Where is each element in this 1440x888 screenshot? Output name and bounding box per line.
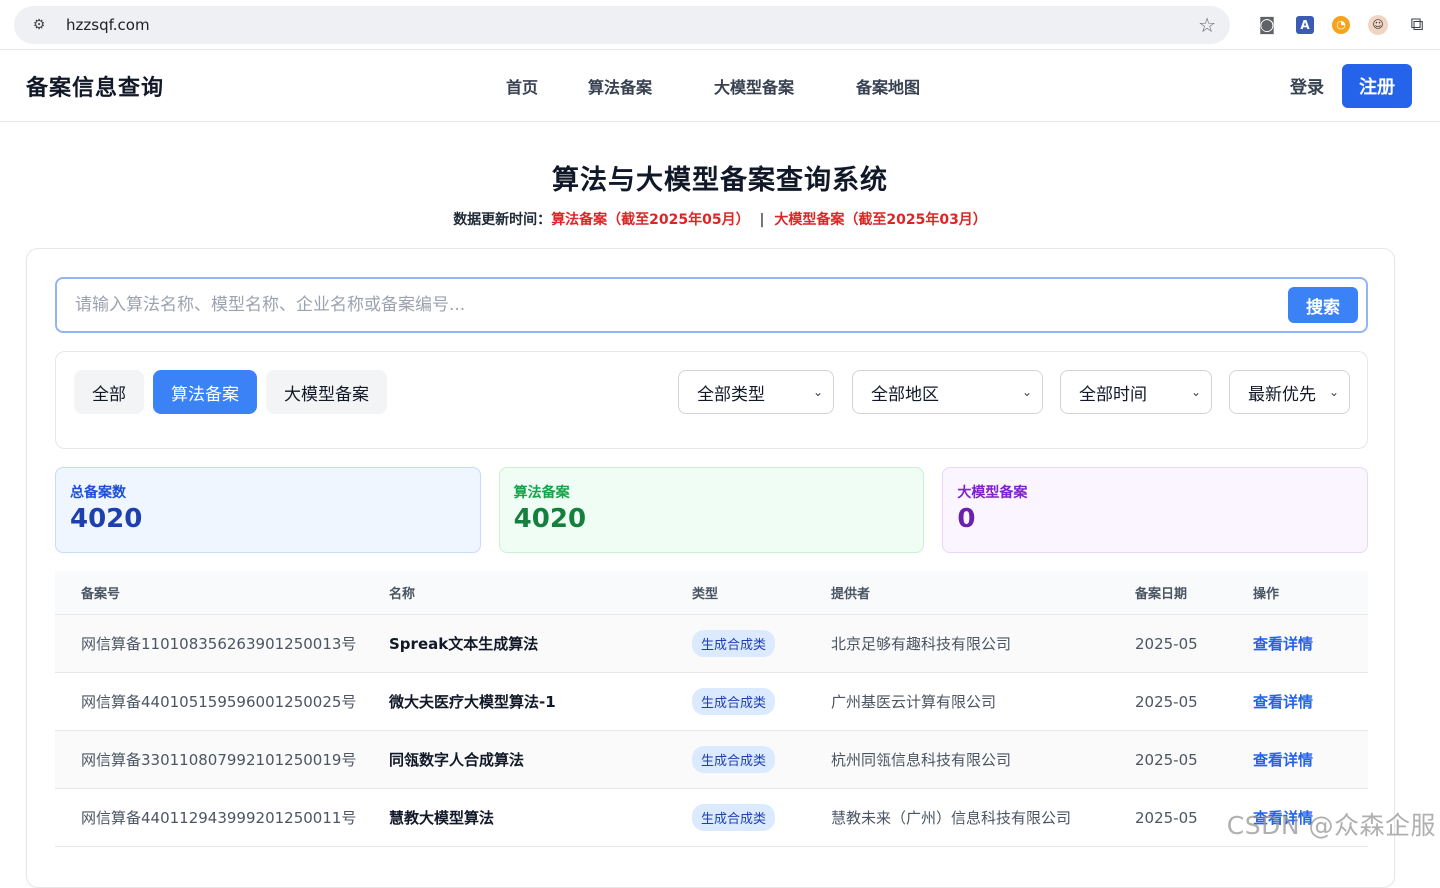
update-prefix: 数据更新时间： — [453, 212, 551, 228]
table-row: 网信算备440112943999201250011号 慧教大模型算法 生成合成类… — [55, 789, 1368, 847]
screenshot-camera-icon[interactable]: ◙ — [1256, 14, 1278, 36]
update-info: 数据更新时间：算法备案（截至2025年05月） | 大模型备案（截至2025年03月… — [0, 209, 1440, 229]
cell-name: 微大夫医疗大模型算法-1 — [389, 691, 692, 712]
type-select-value: 全部类型 — [697, 380, 765, 405]
nav-home[interactable]: 首页 — [506, 74, 538, 98]
stat-total: 总备案数 4020 — [55, 467, 481, 553]
cell-date: 2025-05 — [1135, 693, 1253, 711]
tab-all[interactable]: 全部 — [74, 370, 144, 414]
cell-date: 2025-05 — [1135, 751, 1253, 769]
stat-algorithm: 算法备案 4020 — [499, 467, 925, 553]
cell-filing-id: 网信算备330110807992101250019号 — [55, 749, 389, 770]
translate-extension-icon[interactable]: A — [1296, 16, 1314, 34]
view-detail-link[interactable]: 查看详情 — [1253, 693, 1313, 711]
time-select[interactable]: 全部时间 ⌄ — [1060, 370, 1212, 414]
search-button[interactable]: 搜索 — [1288, 287, 1358, 323]
stat-algorithm-label: 算法备案 — [514, 482, 910, 502]
type-badge: 生成合成类 — [692, 746, 775, 773]
col-header-action: 操作 — [1253, 583, 1368, 602]
cell-name: Spreak文本生成算法 — [389, 633, 692, 654]
site-settings-icon[interactable]: ⚙ — [28, 14, 50, 36]
sort-select-value: 最新优先 — [1248, 380, 1316, 405]
timer-extension-icon[interactable]: ◔ — [1332, 16, 1350, 34]
cell-filing-id: 网信算备440105159596001250025号 — [55, 691, 389, 712]
bookmark-star-icon[interactable]: ☆ — [1198, 13, 1216, 37]
update-separator: | — [760, 212, 765, 228]
hero-section: 算法与大模型备案查询系统 数据更新时间：算法备案（截至2025年05月） | 大模型… — [0, 122, 1440, 229]
page-title: 算法与大模型备案查询系统 — [0, 158, 1440, 197]
type-badge: 生成合成类 — [692, 630, 775, 657]
table-row: 网信算备110108356263901250013号 Spreak文本生成算法 … — [55, 615, 1368, 673]
register-button[interactable]: 注册 — [1342, 64, 1412, 108]
cell-filing-id: 网信算备440112943999201250011号 — [55, 807, 389, 828]
filing-table: 备案号 名称 类型 提供者 备案日期 操作 网信算备11010835626390… — [55, 571, 1368, 847]
stat-total-value: 4020 — [70, 504, 466, 534]
stat-total-label: 总备案数 — [70, 482, 466, 502]
nav-filing-map[interactable]: 备案地图 — [856, 74, 920, 98]
cell-filing-id: 网信算备110108356263901250013号 — [55, 633, 389, 654]
nav-algorithm-filing[interactable]: 算法备案 — [588, 74, 652, 98]
view-detail-link[interactable]: 查看详情 — [1253, 751, 1313, 769]
login-button[interactable]: 登录 — [1290, 73, 1324, 98]
site-brand[interactable]: 备案信息查询 — [26, 70, 164, 102]
search-input[interactable] — [75, 295, 1288, 315]
cell-date: 2025-05 — [1135, 635, 1253, 653]
col-header-name: 名称 — [389, 583, 692, 602]
search-bar: 搜索 — [55, 277, 1368, 333]
col-header-date: 备案日期 — [1135, 583, 1253, 602]
extensions-puzzle-icon[interactable]: ⧉ — [1406, 14, 1428, 36]
search-card: 搜索 全部 算法备案 大模型备案 全部类型 ⌄ 全部地区 ⌄ 全部时间 ⌄ 最新… — [26, 248, 1395, 888]
type-badge: 生成合成类 — [692, 804, 775, 831]
tab-model[interactable]: 大模型备案 — [266, 370, 387, 414]
site-header: 备案信息查询 首页 算法备案 大模型备案 备案地图 登录 注册 — [0, 50, 1440, 122]
model-update-time: 大模型备案（截至2025年03月） — [774, 212, 986, 228]
stat-model: 大模型备案 0 — [942, 467, 1368, 553]
filing-type-tabs: 全部 算法备案 大模型备案 — [74, 370, 387, 414]
chevron-down-icon: ⌄ — [1329, 385, 1339, 399]
cell-name: 慧教大模型算法 — [389, 807, 692, 828]
algo-update-time: 算法备案（截至2025年05月） — [551, 212, 749, 228]
stat-algorithm-value: 4020 — [514, 504, 910, 534]
main-nav: 首页 算法备案 大模型备案 备案地图 — [506, 50, 968, 122]
nav-model-filing[interactable]: 大模型备案 — [714, 74, 794, 98]
stats-row: 总备案数 4020 算法备案 4020 大模型备案 0 — [55, 467, 1368, 553]
stat-model-value: 0 — [957, 504, 1353, 534]
cell-provider: 广州基医云计算有限公司 — [831, 691, 1135, 712]
browser-toolbar: ⚙ hzzsqf.com ☆ ◙ A ◔ ☺ ⧉ — [0, 0, 1440, 50]
view-detail-link[interactable]: 查看详情 — [1253, 635, 1313, 653]
cell-name: 同瓴数字人合成算法 — [389, 749, 692, 770]
sort-select[interactable]: 最新优先 ⌄ — [1229, 370, 1350, 414]
time-select-value: 全部时间 — [1079, 380, 1147, 405]
type-select[interactable]: 全部类型 ⌄ — [678, 370, 834, 414]
table-header: 备案号 名称 类型 提供者 备案日期 操作 — [55, 571, 1368, 615]
filter-panel: 全部 算法备案 大模型备案 全部类型 ⌄ 全部地区 ⌄ 全部时间 ⌄ 最新优先 … — [55, 351, 1368, 449]
chevron-down-icon: ⌄ — [1022, 385, 1032, 399]
url-text[interactable]: hzzsqf.com — [66, 16, 1198, 34]
table-row: 网信算备440105159596001250025号 微大夫医疗大模型算法-1 … — [55, 673, 1368, 731]
region-select-value: 全部地区 — [871, 380, 939, 405]
chevron-down-icon: ⌄ — [1191, 385, 1201, 399]
cell-provider: 杭州同瓴信息科技有限公司 — [831, 749, 1135, 770]
cell-provider: 慧教未来（广州）信息科技有限公司 — [831, 807, 1135, 828]
type-badge: 生成合成类 — [692, 688, 775, 715]
cell-provider: 北京足够有趣科技有限公司 — [831, 633, 1135, 654]
profile-avatar-icon[interactable]: ☺ — [1368, 15, 1388, 35]
chevron-down-icon: ⌄ — [813, 385, 823, 399]
region-select[interactable]: 全部地区 ⌄ — [852, 370, 1043, 414]
tab-algorithm[interactable]: 算法备案 — [153, 370, 257, 414]
watermark-text: CSDN @众森企服 — [1227, 806, 1436, 842]
address-bar[interactable]: ⚙ hzzsqf.com ☆ — [14, 6, 1230, 44]
table-row: 网信算备330110807992101250019号 同瓴数字人合成算法 生成合… — [55, 731, 1368, 789]
col-header-id: 备案号 — [55, 583, 389, 602]
col-header-provider: 提供者 — [831, 583, 1135, 602]
col-header-type: 类型 — [692, 583, 831, 602]
stat-model-label: 大模型备案 — [957, 482, 1353, 502]
